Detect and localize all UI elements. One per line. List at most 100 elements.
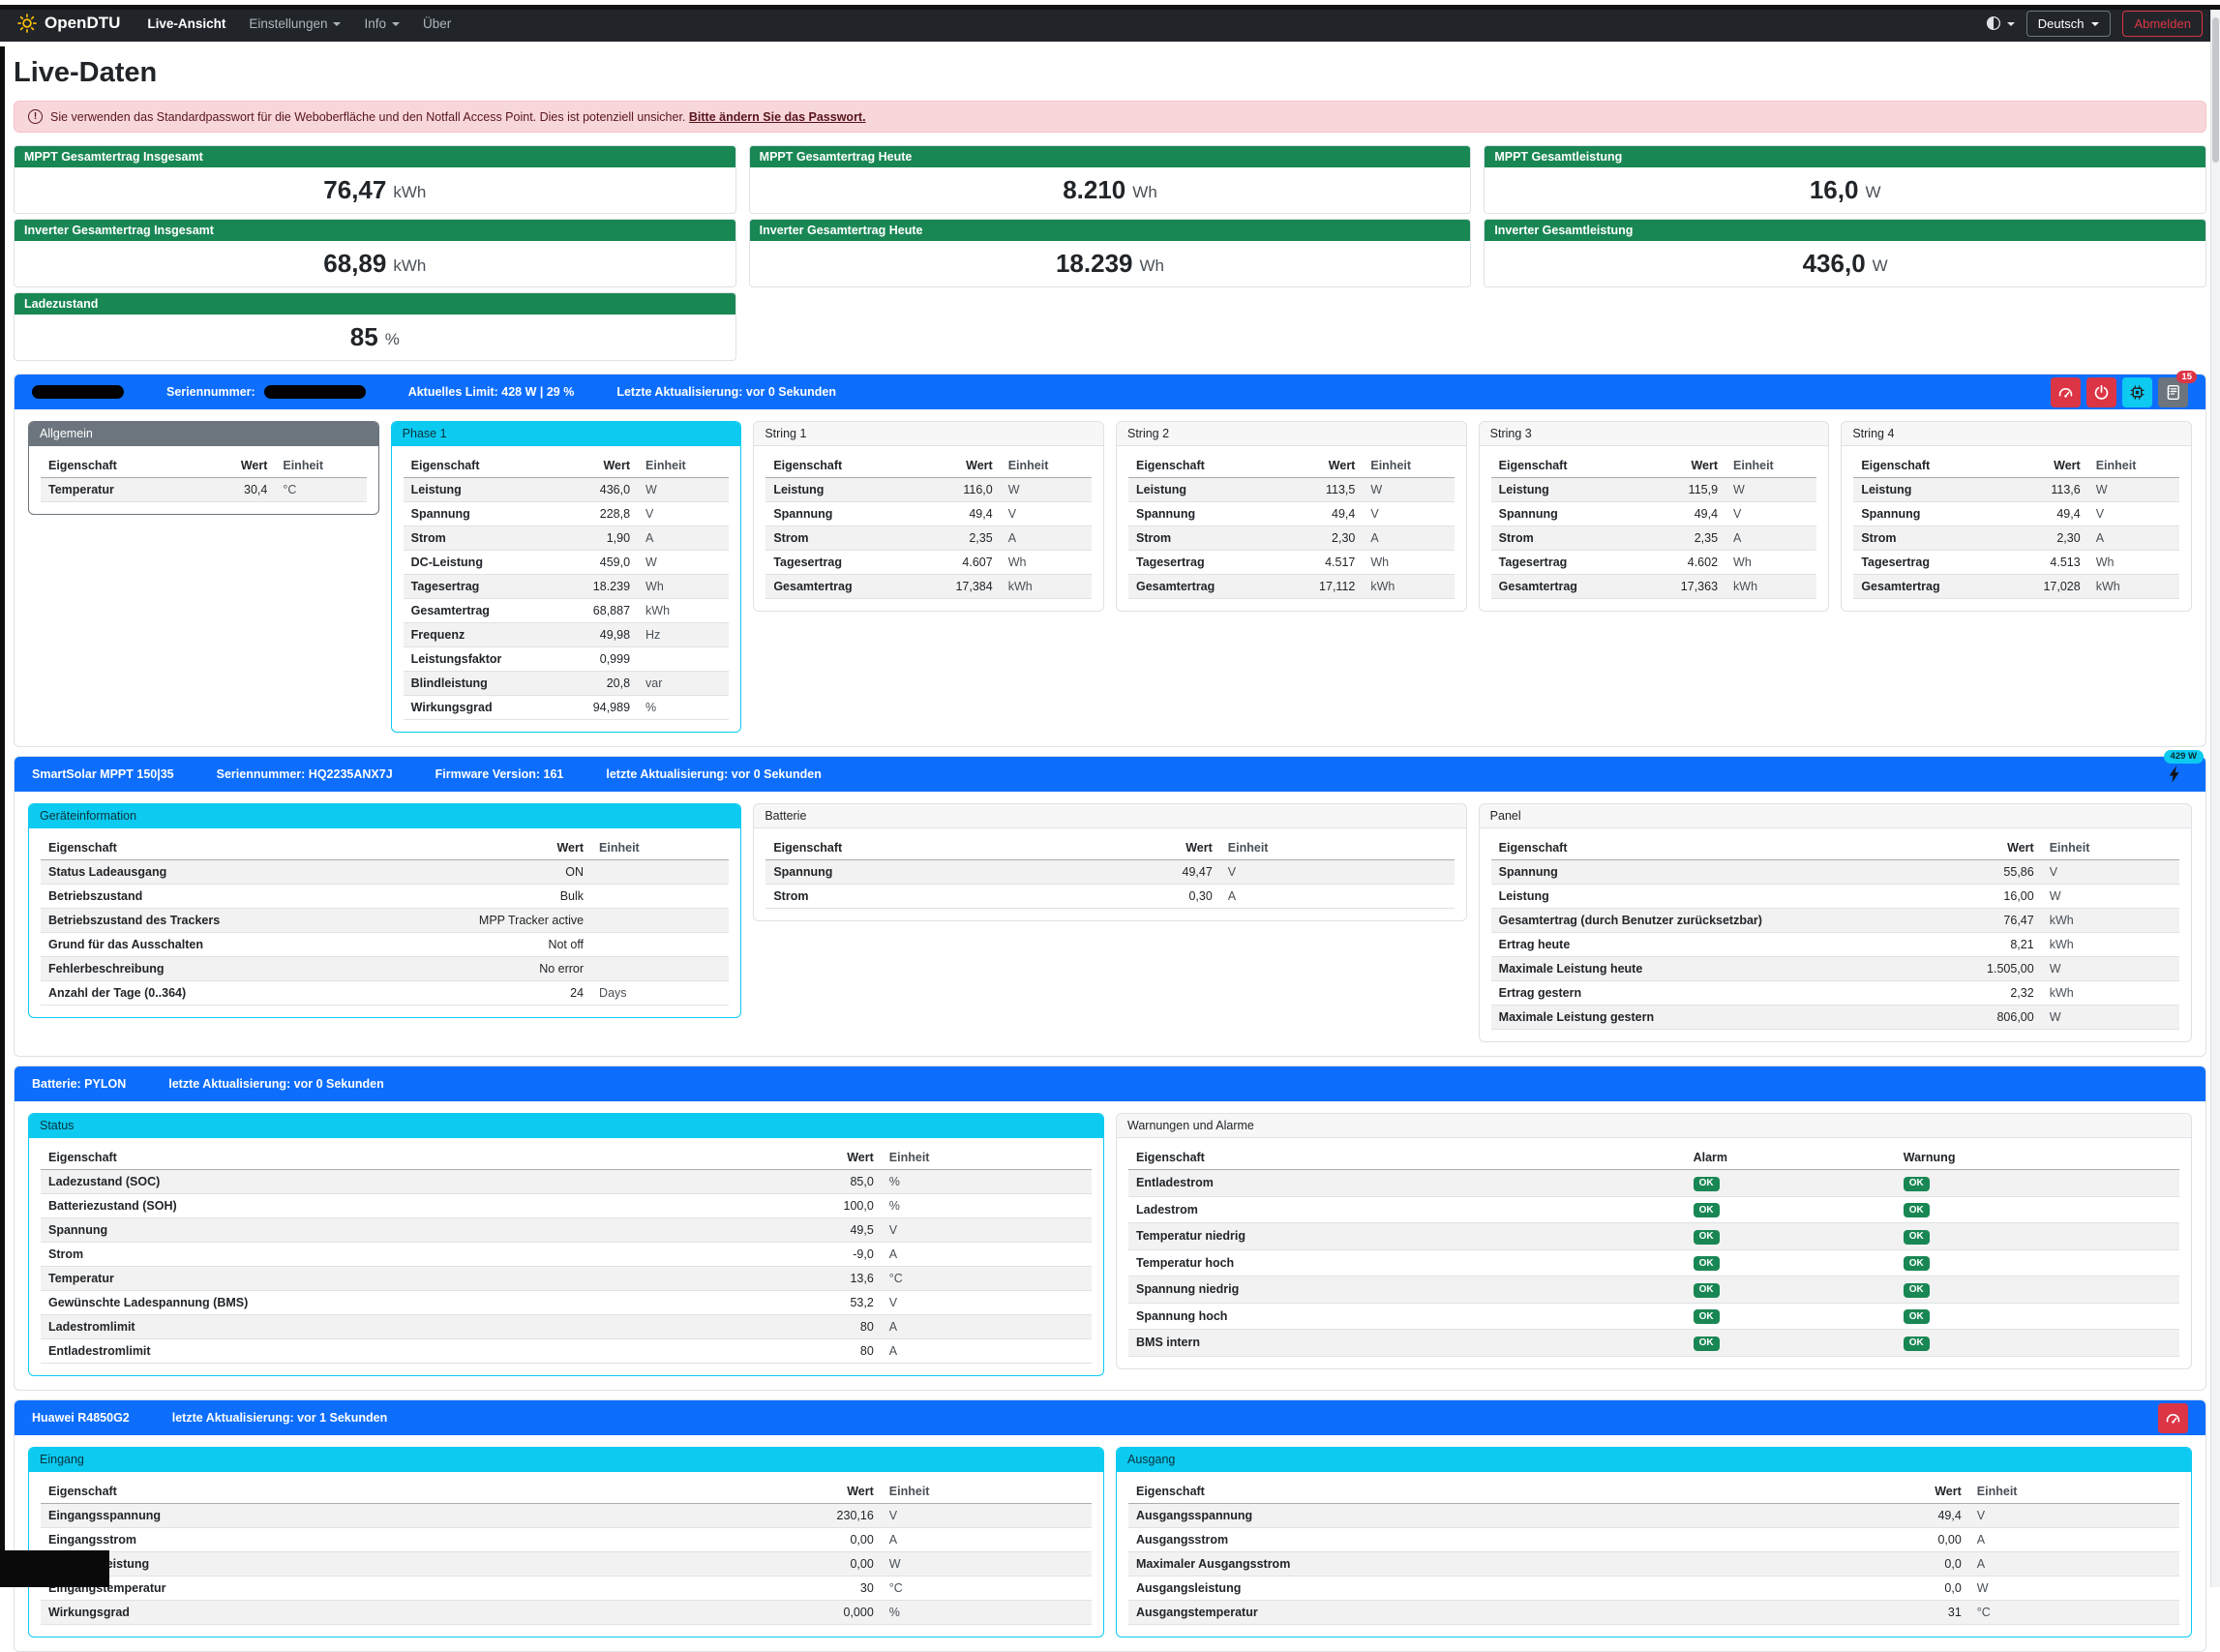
scrollbar[interactable]	[2210, 10, 2220, 1587]
speedometer-icon	[2057, 384, 2074, 401]
ok-badge: OK	[1694, 1177, 1720, 1191]
property-name: Ladestrom	[1128, 1196, 1686, 1223]
property-unit: A	[1363, 526, 1454, 551]
property-value: 113,5	[1307, 478, 1363, 502]
power-control-button[interactable]	[2086, 377, 2116, 407]
column-header: Eigenschaft	[41, 1480, 692, 1504]
alarm-cell: OK	[1686, 1196, 1896, 1223]
nav-item-live-ansicht[interactable]: Live-Ansicht	[147, 16, 225, 31]
scrollbar-thumb[interactable]	[2212, 17, 2219, 163]
property-unit: V	[2042, 860, 2179, 885]
property-value: 228,8	[583, 502, 638, 526]
language-select[interactable]: Deutsch	[2026, 11, 2112, 37]
table-row: Strom2,30A	[1853, 526, 2179, 551]
change-password-link[interactable]: Bitte ändern Sie das Passwort.	[689, 110, 866, 124]
property-unit: Wh	[1363, 551, 1454, 575]
nav-item-info[interactable]: Info	[364, 16, 400, 31]
pylon-section-header: Batterie: PYLON letzte Aktualisierung: v…	[15, 1066, 2205, 1101]
property-unit: var	[638, 672, 729, 696]
table-row: BMS internOKOK	[1128, 1330, 2179, 1357]
property-name: Tagesertrag	[1128, 551, 1307, 575]
table-row: Ausgangsstrom0,00A	[1128, 1528, 2179, 1552]
column-header: Einheit	[882, 1480, 1092, 1504]
property-name: DC-Leistung	[404, 551, 583, 575]
property-unit: A	[882, 1528, 1092, 1552]
table-row: Tagesertrag4.607Wh	[765, 551, 1092, 575]
property-name: Spannung	[1853, 502, 2032, 526]
inverter-section-header: Seriennummer: Aktuelles Limit: 428 W | 2…	[15, 375, 2205, 409]
device-info-button[interactable]	[2122, 377, 2152, 407]
property-name: Entladestromlimit	[41, 1339, 692, 1364]
property-name: Tagesertrag	[765, 551, 945, 575]
property-unit	[591, 909, 729, 933]
chevron-down-icon	[2007, 22, 2015, 26]
ok-badge: OK	[1904, 1283, 1930, 1298]
property-value: 49,4	[945, 502, 1000, 526]
card-panel: PanelEigenschaftWertEinheitSpannung55,86…	[1479, 803, 2192, 1042]
card-body: EigenschaftAlarmWarnungEntladestromOKOKL…	[1117, 1138, 2191, 1368]
card-body: EigenschaftWertEinheitLadezustand (SOC)8…	[29, 1138, 1103, 1375]
exclamation-circle-icon: !	[28, 109, 43, 124]
property-value: 436,0	[583, 478, 638, 502]
nav-item-ueber[interactable]: Über	[423, 16, 451, 31]
brand[interactable]: OpenDTU	[17, 14, 120, 33]
card-body: EigenschaftWertEinheitLeistung116,0WSpan…	[754, 446, 1103, 611]
alarm-cell: OK	[1686, 1223, 1896, 1250]
card-body: EigenschaftWertEinheitSpannung49,47VStro…	[754, 828, 1465, 920]
property-unit	[591, 957, 729, 981]
card-title: Batterie	[754, 804, 1465, 828]
value: 68,89	[323, 249, 386, 279]
victron-section-body: GeräteinformationEigenschaftWertEinheitS…	[15, 792, 2205, 1056]
table-row: Gesamtertrag17,028kWh	[1853, 575, 2179, 599]
column-header: Eigenschaft	[41, 454, 220, 478]
property-unit	[591, 860, 729, 885]
table-row: Tagesertrag4.602Wh	[1491, 551, 1817, 575]
property-unit: W	[638, 478, 729, 502]
summary-card: Inverter Gesamtertrag Heute18.239Wh	[749, 219, 1472, 287]
logout-button[interactable]: Abmelden	[2122, 11, 2203, 37]
ok-badge: OK	[1694, 1203, 1720, 1217]
limit-control-button[interactable]	[2051, 377, 2081, 407]
property-name: Maximaler Ausgangsstrom	[1128, 1552, 1780, 1577]
property-name: Anzahl der Tage (0..364)	[41, 981, 467, 1006]
table-row: Strom-9,0A	[41, 1243, 1092, 1267]
table-row: Ertrag gestern2,32kWh	[1491, 981, 2179, 1006]
property-name: Grund für das Ausschalten	[41, 933, 467, 957]
event-log-button[interactable]: 15	[2158, 377, 2188, 407]
theme-toggle-button[interactable]	[1986, 15, 2015, 31]
value: 436,0	[1803, 249, 1866, 279]
properties-table: EigenschaftWertEinheitEingangsspannung23…	[41, 1480, 1092, 1625]
victron-section: SmartSolar MPPT 150|35 Seriennummer: HQ2…	[14, 756, 2206, 1057]
property-value: 2,35	[945, 526, 1000, 551]
property-unit: W	[2042, 1006, 2179, 1030]
property-unit: Days	[591, 981, 729, 1006]
window-edge-left	[0, 46, 5, 1587]
column-header: Eigenschaft	[1128, 1480, 1780, 1504]
property-name: Strom	[1853, 526, 2032, 551]
card-string-2: String 2EigenschaftWertEinheitLeistung11…	[1116, 421, 1467, 612]
warning-cell: OK	[1896, 1303, 2179, 1330]
summary-card: MPPT Gesamtertrag Heute8.210Wh	[749, 145, 1472, 214]
property-unit: V	[1725, 502, 1816, 526]
property-unit: Wh	[638, 575, 729, 599]
huawei-limit-button[interactable]	[2158, 1403, 2188, 1433]
property-value: 459,0	[583, 551, 638, 575]
column-header: Wert	[1307, 454, 1363, 478]
unit: kWh	[393, 183, 426, 202]
table-row: Betriebszustand des TrackersMPP Tracker …	[41, 909, 729, 933]
properties-table: EigenschaftWertEinheitLeistung115,9WSpan…	[1491, 454, 1817, 599]
property-unit: W	[2042, 885, 2179, 909]
table-row: Gesamtertrag17,384kWh	[765, 575, 1092, 599]
property-value: 30	[692, 1577, 881, 1601]
property-value: 17,028	[2032, 575, 2087, 599]
property-name: Gewünschte Ladespannung (BMS)	[41, 1291, 692, 1315]
property-name: Leistungsfaktor	[404, 647, 583, 672]
table-row: FehlerbeschreibungNo error	[41, 957, 729, 981]
summary-card-title: Inverter Gesamtleistung	[1485, 220, 2205, 241]
column-header: Einheit	[2088, 454, 2179, 478]
nav-item-einstellungen[interactable]: Einstellungen	[249, 16, 341, 31]
property-name: Eingangsleistung	[41, 1552, 692, 1577]
properties-table: EigenschaftWertEinheitSpannung49,47VStro…	[765, 836, 1454, 909]
property-name: Spannung hoch	[1128, 1303, 1686, 1330]
summary-card: MPPT Gesamtleistung16,0W	[1484, 145, 2206, 214]
